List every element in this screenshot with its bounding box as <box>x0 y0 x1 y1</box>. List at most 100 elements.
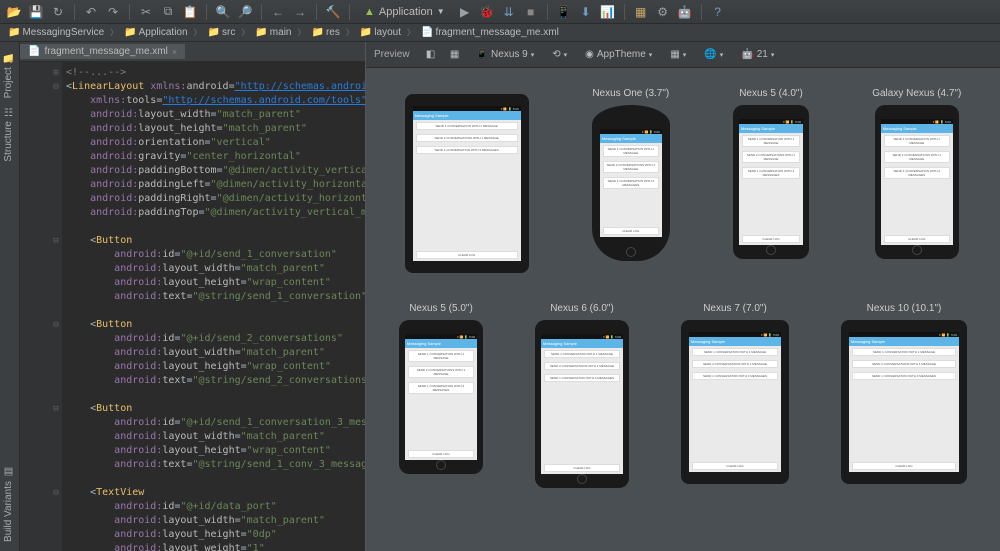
editor-pane: 📄 fragment_message_me.xml × ⊞ ⊟ ⊟ ⊟ ⊟ ⊟ … <box>20 42 366 551</box>
button-preview: SEND 2 CONVERSATIONS WITH 1 MESSAGE <box>884 151 950 163</box>
sync-icon[interactable]: ↻ <box>50 4 66 20</box>
help-icon[interactable]: ? <box>710 4 726 20</box>
project-tab[interactable]: Project 📁 <box>2 47 15 102</box>
breadcrumb-item[interactable]: 📄fragment_message_me.xml <box>419 27 561 38</box>
attach-debugger-icon[interactable]: ⇊ <box>501 4 517 20</box>
button-preview: CLEAR LOG <box>852 462 956 470</box>
fold-icon[interactable]: ⊞ <box>50 66 62 80</box>
build-icon[interactable]: 🔨 <box>325 4 341 20</box>
code-content[interactable]: <!--...--> <LinearLayout xmlns:android="… <box>62 62 365 551</box>
layout-icon[interactable]: ▦ <box>448 48 462 62</box>
device-preview[interactable]: Nexus 5 (5.0") ▾📶🔋5:00 Messaging Sample … <box>399 303 483 488</box>
button-preview: SEND 1 CONVERSATION WITH 3 MESSAGES <box>742 167 800 179</box>
device-label: Nexus 7 (7.0") <box>703 303 767 314</box>
button-preview: SEND 1 CONVERSATION WITH 1 MESSAGE <box>884 135 950 147</box>
replace-icon[interactable]: 🔎 <box>237 4 253 20</box>
monitor-icon[interactable]: 📊 <box>600 4 616 20</box>
preview-canvas[interactable]: ▾📶🔋5:00 Messaging Sample SEND 1 CONVERSA… <box>366 68 1000 551</box>
save-icon[interactable]: 💾 <box>28 4 44 20</box>
button-preview: CLEAR LOG <box>416 251 518 259</box>
breadcrumb-item[interactable]: 📁main <box>253 27 293 38</box>
device-preview[interactable]: Nexus One (3.7") ▾📶🔋5:00 Messaging Sampl… <box>592 88 670 273</box>
paste-icon[interactable]: 📋 <box>182 4 198 20</box>
device-preview[interactable]: ▾📶🔋5:00 Messaging Sample SEND 1 CONVERSA… <box>405 88 529 273</box>
config-label: Application <box>379 6 433 18</box>
forward-icon[interactable]: → <box>292 4 308 20</box>
device-preview[interactable]: Nexus 6 (6.0") ▾📶🔋5:00 Messaging Sample … <box>535 303 629 488</box>
run-config-dropdown[interactable]: ▲ Application ▼ <box>358 4 451 20</box>
device-preview[interactable]: Galaxy Nexus (4.7") ▾📶🔋5:00 Messaging Sa… <box>872 88 961 273</box>
label: Build Variants <box>3 481 14 542</box>
button-preview: SEND 1 CONVERSATION WITH 3 MESSAGES <box>852 372 956 380</box>
button-preview: SEND 1 CONVERSATION WITH 1 MESSAGE <box>852 348 956 356</box>
editor-tab[interactable]: 📄 fragment_message_me.xml × <box>20 44 185 59</box>
breadcrumb-item[interactable]: 📁src <box>206 27 238 38</box>
code-editor[interactable]: ⊞ ⊟ ⊟ ⊟ ⊟ ⊟ ⊟ <!--...--> <LinearLayout x… <box>20 62 365 551</box>
button-preview: CLEAR LOG <box>742 235 800 243</box>
folder-icon: 📁 <box>360 27 372 38</box>
preview-toolbar: Preview ◧ ▦ 📱 Nexus 9 ▾ ⟲ ▾ ◉ AppTheme ▾… <box>366 42 1000 68</box>
android-icon-2[interactable]: 🤖 <box>677 4 693 20</box>
breadcrumb-item[interactable]: 📁Application <box>122 27 189 38</box>
settings-icon[interactable]: ⚙ <box>655 4 671 20</box>
structure-icon: ☷ <box>3 106 14 117</box>
fold-icon[interactable]: ⊟ <box>50 486 62 500</box>
sdk-icon[interactable]: ⬇ <box>578 4 594 20</box>
toggle-icon[interactable]: ◧ <box>424 48 438 62</box>
fold-icon[interactable]: ⊟ <box>50 318 62 332</box>
device-preview[interactable]: Nexus 7 (7.0") ▾📶🔋5:00 Messaging Sample … <box>681 303 789 488</box>
button-preview: SEND 2 CONVERSATIONS WITH 1 MESSAGE <box>408 366 474 378</box>
chevron-down-icon: ▾ <box>531 51 535 59</box>
breadcrumb-item[interactable]: 📁MessagingService <box>6 27 106 38</box>
find-icon[interactable]: 🔍 <box>215 4 231 20</box>
tab-label: fragment_message_me.xml <box>44 46 167 57</box>
button-preview: CLEAR LOG <box>408 450 474 458</box>
device-preview[interactable]: Nexus 5 (4.0") ▾📶🔋5:00 Messaging Sample … <box>733 88 809 273</box>
api-dropdown[interactable]: 🤖 21 ▾ <box>737 47 778 62</box>
theme-dropdown[interactable]: ◉ AppTheme ▾ <box>581 47 656 62</box>
layout-icon[interactable]: ▦ <box>633 4 649 20</box>
open-icon[interactable]: 📂 <box>6 4 22 20</box>
button-preview: SEND 1 CONVERSATION WITH 3 MESSAGES <box>692 372 778 380</box>
close-icon[interactable]: × <box>172 47 177 57</box>
button-preview: SEND 1 CONVERSATION WITH 1 MESSAGE <box>544 350 620 358</box>
undo-icon[interactable]: ↶ <box>83 4 99 20</box>
home-button-icon <box>766 245 776 255</box>
locale-dropdown[interactable]: 🌐 ▾ <box>700 47 727 62</box>
home-button-icon <box>912 245 922 255</box>
breadcrumb-item[interactable]: 📁layout <box>358 27 403 38</box>
debug-button[interactable]: 🐞 <box>479 4 495 20</box>
home-button-icon <box>436 460 446 470</box>
copy-icon[interactable]: ⧉ <box>160 4 176 20</box>
redo-icon[interactable]: ↷ <box>105 4 121 20</box>
button-preview: SEND 2 CONVERSATIONS WITH 1 MESSAGE <box>603 161 659 173</box>
line-gutter <box>20 62 50 551</box>
chevron-down-icon: ▼ <box>437 7 445 16</box>
cut-icon[interactable]: ✂ <box>138 4 154 20</box>
button-preview: SEND 1 CONVERSATION WITH 1 MESSAGE <box>742 135 800 147</box>
device-label: Nexus 6 (6.0") <box>550 303 614 314</box>
breadcrumb-item[interactable]: 📁res <box>309 27 341 38</box>
fold-icon[interactable]: ⊟ <box>50 80 62 94</box>
device-preview[interactable]: Nexus 10 (10.1") ▾📶🔋5:00 Messaging Sampl… <box>841 303 967 488</box>
fold-icon[interactable]: ⊟ <box>50 402 62 416</box>
activity-dropdown[interactable]: ▦ ▾ <box>666 47 690 62</box>
folder-icon: 📁 <box>208 27 220 38</box>
globe-icon: 🌐 <box>704 49 716 60</box>
home-button-icon <box>626 247 636 257</box>
app-header: Messaging Sample <box>405 339 477 348</box>
fold-icon[interactable]: ⊟ <box>50 234 62 248</box>
editor-tabs: 📄 fragment_message_me.xml × <box>20 42 365 62</box>
device-dropdown[interactable]: 📱 Nexus 9 ▾ <box>472 47 539 62</box>
avd-icon[interactable]: 📱 <box>556 4 572 20</box>
stop-icon[interactable]: ■ <box>523 4 539 20</box>
orientation-dropdown[interactable]: ⟲ ▾ <box>548 47 571 62</box>
preview-label: Preview <box>374 49 410 60</box>
build-variants-tab[interactable]: Build Variants ▤ <box>2 462 15 546</box>
chevron-down-icon: ▾ <box>683 51 687 59</box>
xml-file-icon: 📄 <box>28 46 40 57</box>
back-icon[interactable]: ← <box>270 4 286 20</box>
structure-tab[interactable]: Structure ☷ <box>2 102 15 166</box>
run-button[interactable]: ▶ <box>457 4 473 20</box>
build-icon: ▤ <box>3 466 14 477</box>
